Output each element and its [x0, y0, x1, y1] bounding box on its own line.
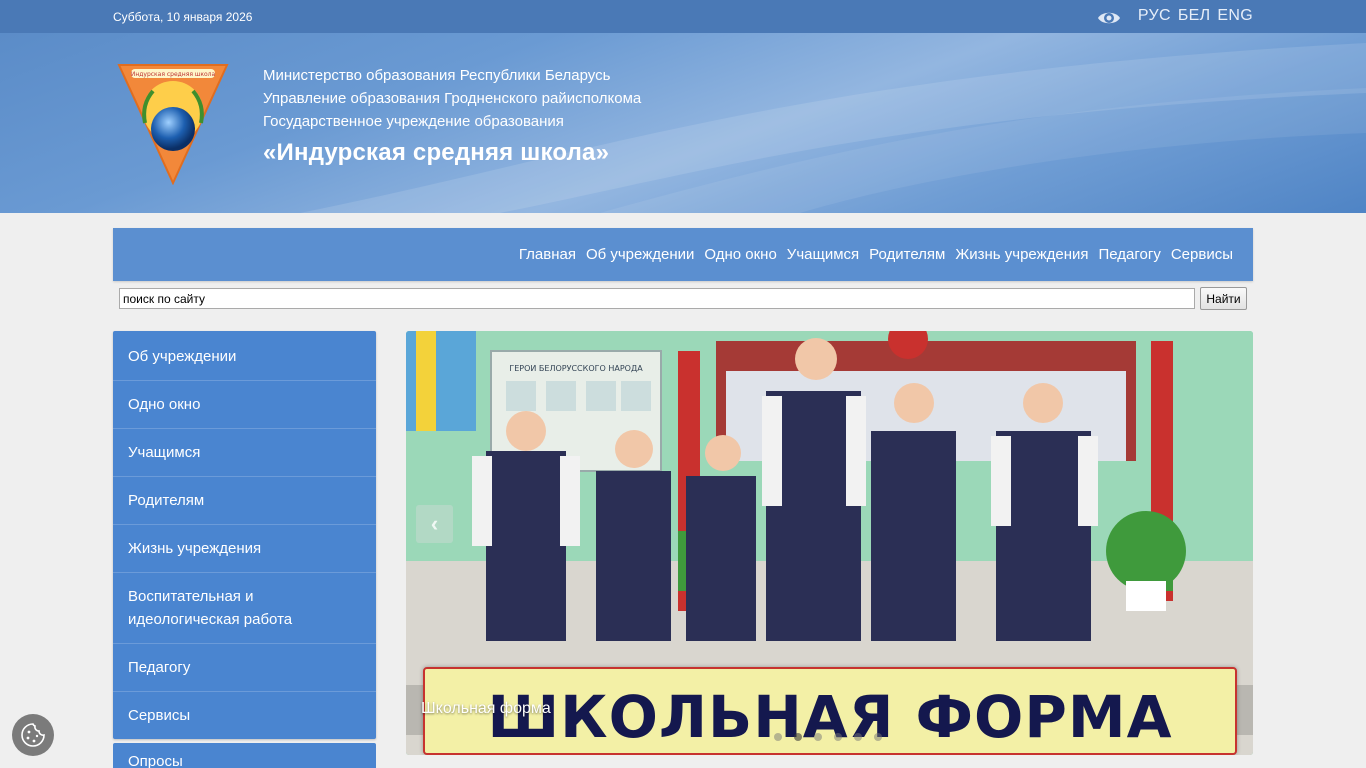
logo-text: Индурская средняя школа — [131, 71, 216, 78]
sidebar-item-life[interactable]: Жизнь учреждения — [113, 525, 376, 573]
site-header: Индурская средняя школа Министерство обр… — [0, 33, 1366, 213]
cookie-icon[interactable] — [12, 714, 54, 756]
slider-dot[interactable] — [834, 733, 842, 741]
sidebar-item-students[interactable]: Учащимся — [113, 429, 376, 477]
school-logo[interactable]: Индурская средняя школа — [117, 63, 229, 186]
nav-students[interactable]: Учащимся — [787, 246, 859, 263]
nav-about[interactable]: Об учреждении — [586, 246, 694, 263]
sidebar-item-one-window[interactable]: Одно окно — [113, 381, 376, 429]
slider-dot-active[interactable] — [794, 733, 802, 741]
sidebar-item-parents[interactable]: Родителям — [113, 477, 376, 525]
top-bar: Суббота, 10 января 2026 РУС БЕЛ ENG — [0, 0, 1366, 33]
nav-teachers[interactable]: Педагогу — [1099, 246, 1161, 263]
nav-services[interactable]: Сервисы — [1171, 246, 1233, 263]
polls-section-title[interactable]: Опросы — [113, 743, 376, 768]
current-date: Суббота, 10 января 2026 — [113, 10, 253, 24]
slider-next-button[interactable] — [1206, 505, 1243, 543]
nav-parents[interactable]: Родителям — [869, 246, 945, 263]
sidebar-item-services[interactable]: Сервисы — [113, 692, 376, 739]
sidebar-item-teachers[interactable]: Педагогу — [113, 644, 376, 692]
sidebar-menu: Об учреждении Одно окно Учащимся Родител… — [113, 331, 376, 739]
nav-life[interactable]: Жизнь учреждения — [955, 246, 1088, 263]
main-navigation: Главная Об учреждении Одно окно Учащимся… — [113, 228, 1253, 281]
school-name: «Индурская средняя школа» — [263, 139, 610, 166]
lang-rus[interactable]: РУС — [1138, 7, 1171, 25]
chevron-left-icon[interactable]: ‹ — [416, 505, 453, 543]
lang-bel[interactable]: БЕЛ — [1178, 7, 1211, 25]
eye-icon[interactable] — [1097, 8, 1121, 28]
search-button[interactable]: Найти — [1200, 287, 1247, 310]
slide-caption[interactable]: Школьная форма — [421, 700, 551, 718]
institution-type-line: Государственное учреждение образования — [263, 113, 564, 130]
language-switcher: РУС БЕЛ ENG — [1138, 7, 1253, 25]
nav-home[interactable]: Главная — [519, 246, 576, 263]
lang-eng[interactable]: ENG — [1217, 7, 1253, 25]
stand-text: ГЕРОИ БЕЛОРУССКОГО НАРОДА — [509, 364, 643, 373]
nav-one-window[interactable]: Одно окно — [704, 246, 776, 263]
sidebar-item-upbringing[interactable]: Воспитательная и идеологическая работа — [113, 573, 376, 644]
search-input[interactable] — [119, 288, 1195, 309]
slider-dot[interactable] — [854, 733, 862, 741]
image-slider: ГЕРОИ БЕЛОРУССКОГО НАРОДА ‹ ШКОЛЬНАЯ ФОР… — [406, 331, 1253, 755]
header-titles: Министерство образования Республики Бела… — [263, 64, 641, 167]
slider-dot[interactable] — [874, 733, 882, 741]
department-line: Управление образования Гродненского райи… — [263, 90, 642, 107]
sidebar-item-about[interactable]: Об учреждении — [113, 331, 376, 381]
slider-dot[interactable] — [814, 733, 822, 741]
slider-dots — [774, 733, 882, 741]
slider-dot[interactable] — [774, 733, 782, 741]
ministry-line: Министерство образования Республики Бела… — [263, 67, 611, 84]
